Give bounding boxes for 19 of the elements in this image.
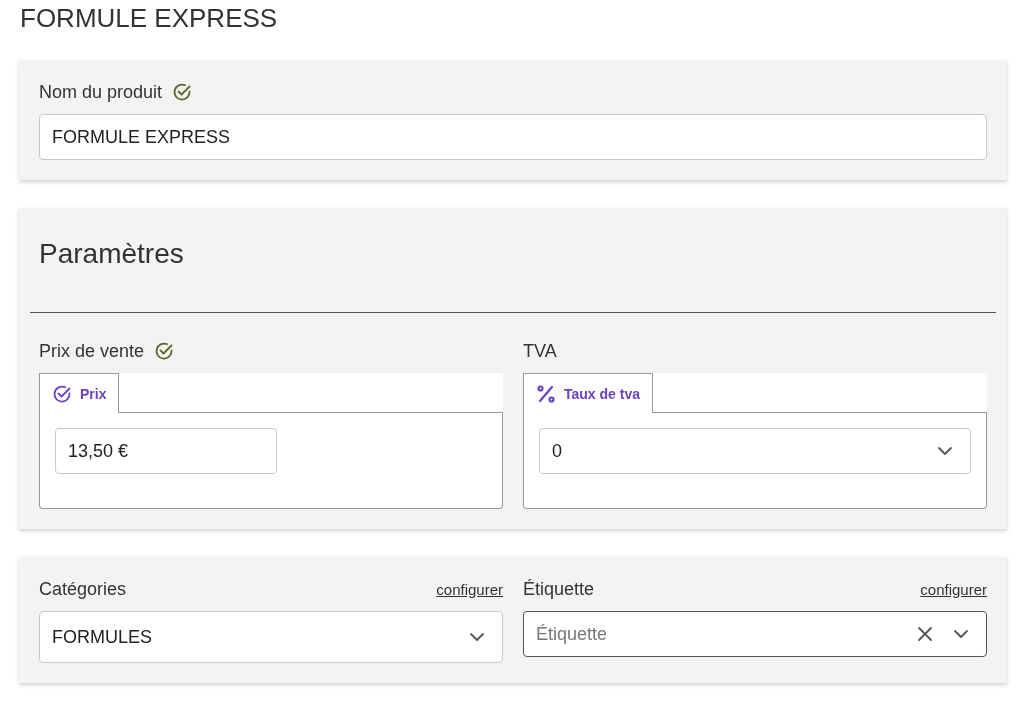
page-title: FORMULE EXPRESS (20, 2, 279, 34)
configure-link[interactable]: configurer (920, 580, 987, 598)
price-field[interactable]: 13,50 € (55, 428, 277, 474)
percent-icon (536, 383, 556, 404)
field-label: Prix de vente (39, 340, 145, 362)
configure-link[interactable]: configurer (436, 580, 503, 598)
clear-icon[interactable] (916, 625, 934, 643)
section-title: Paramètres (39, 237, 185, 271)
dropdown[interactable]: FORMULES (39, 611, 503, 663)
dropdown[interactable]: Étiquette (523, 611, 987, 657)
product-name-field[interactable]: FORMULE EXPRESS (39, 114, 987, 160)
field-label: Catégories (39, 578, 127, 600)
field-label: Étiquette (523, 578, 595, 600)
check-circle-icon (52, 383, 72, 404)
vat-rate-dropdown[interactable]: 0 (539, 428, 971, 474)
field-label: Nom du produit (39, 81, 163, 103)
tab[interactable]: Taux de tva (523, 373, 653, 413)
field-label: TVA (523, 340, 557, 362)
tab[interactable]: Prix (39, 373, 120, 413)
